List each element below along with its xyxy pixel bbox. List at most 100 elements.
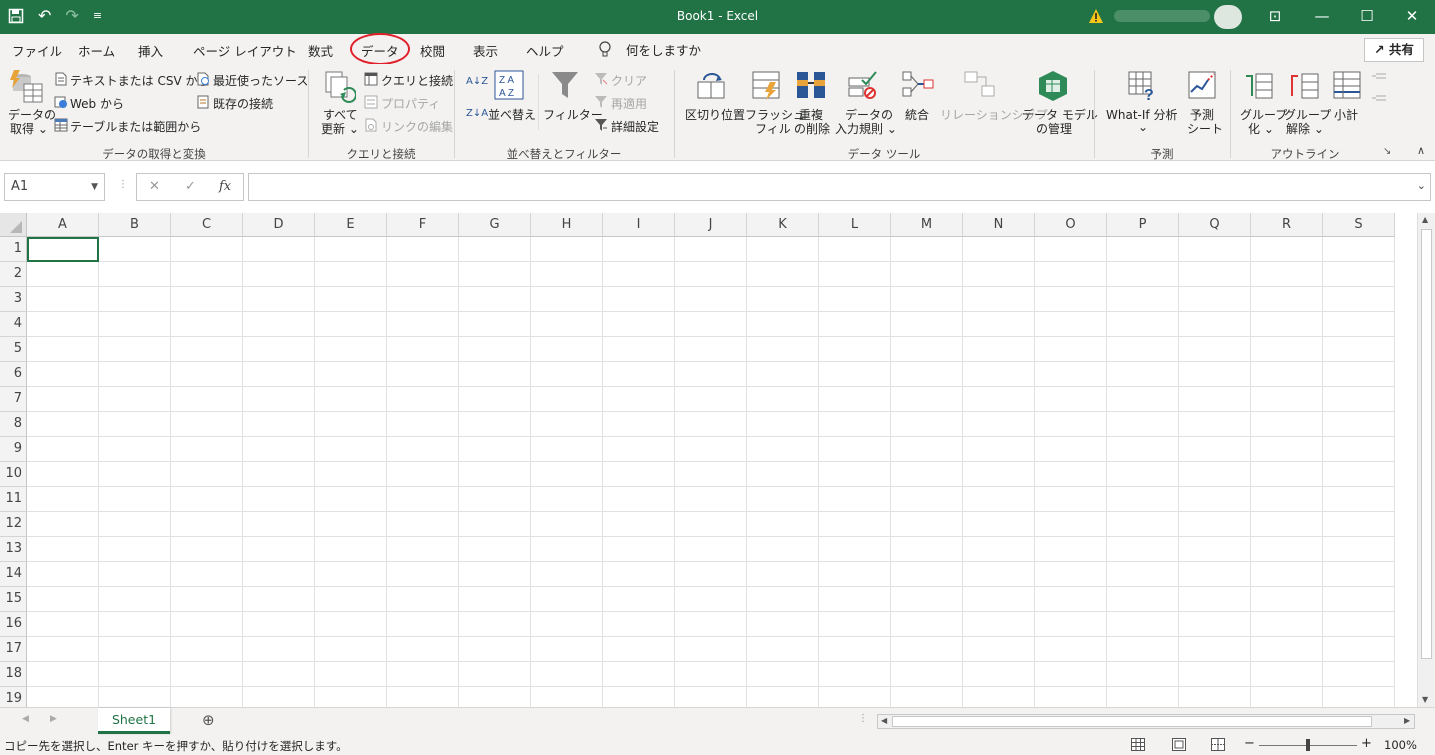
cell[interactable] <box>27 312 99 337</box>
row-header[interactable]: 6 <box>0 362 27 387</box>
column-header[interactable]: A <box>27 213 99 237</box>
cell[interactable] <box>819 537 891 562</box>
cell[interactable] <box>1179 487 1251 512</box>
cell[interactable] <box>459 287 531 312</box>
cell[interactable] <box>891 437 963 462</box>
from-table-range-button[interactable]: テーブルまたは範囲から <box>70 118 201 135</box>
cell[interactable] <box>99 612 171 637</box>
row-header[interactable]: 1 <box>0 237 27 262</box>
sheet-tab-sheet1[interactable]: Sheet1 <box>98 708 170 734</box>
cell[interactable] <box>1323 287 1395 312</box>
cell[interactable] <box>1035 587 1107 612</box>
cell[interactable] <box>27 587 99 612</box>
cell[interactable] <box>891 587 963 612</box>
cell[interactable] <box>819 587 891 612</box>
cell[interactable] <box>675 312 747 337</box>
cell[interactable] <box>747 587 819 612</box>
cell[interactable] <box>459 387 531 412</box>
zoom-in-button[interactable]: + <box>1361 736 1372 751</box>
ribbon-display-options-button[interactable]: ⊡ <box>1255 5 1295 29</box>
cell[interactable] <box>963 487 1035 512</box>
cell[interactable] <box>315 537 387 562</box>
prev-sheet-icon[interactable]: ◀ <box>22 714 29 724</box>
data-validation-dropdown[interactable]: 入力規則 ⌄ <box>835 120 897 137</box>
cell[interactable] <box>171 512 243 537</box>
cell[interactable] <box>603 587 675 612</box>
column-header[interactable]: I <box>603 213 675 237</box>
from-web-button[interactable]: Web から <box>70 95 124 112</box>
cell[interactable] <box>459 337 531 362</box>
cell[interactable] <box>531 262 603 287</box>
cell[interactable] <box>603 337 675 362</box>
cell[interactable] <box>747 262 819 287</box>
cell[interactable] <box>171 237 243 262</box>
cell[interactable] <box>27 462 99 487</box>
account-name[interactable] <box>1114 10 1210 22</box>
cell[interactable] <box>531 412 603 437</box>
column-header[interactable]: P <box>1107 213 1179 237</box>
cell[interactable] <box>819 612 891 637</box>
cell[interactable] <box>171 687 243 707</box>
cell[interactable] <box>99 562 171 587</box>
cell[interactable] <box>1107 637 1179 662</box>
column-header[interactable]: S <box>1323 213 1395 237</box>
refresh-all-dropdown[interactable]: 更新 ⌄ <box>321 120 359 137</box>
cell[interactable] <box>1251 612 1323 637</box>
column-header[interactable]: B <box>99 213 171 237</box>
cell[interactable] <box>243 637 315 662</box>
cell[interactable] <box>675 287 747 312</box>
cell[interactable] <box>387 562 459 587</box>
cell[interactable] <box>963 512 1035 537</box>
cell[interactable] <box>243 512 315 537</box>
cell[interactable] <box>891 462 963 487</box>
cell[interactable] <box>1035 312 1107 337</box>
cell[interactable] <box>819 562 891 587</box>
scroll-right-icon[interactable]: ▶ <box>1404 716 1410 725</box>
avatar[interactable] <box>1214 5 1242 29</box>
cell[interactable] <box>819 237 891 262</box>
cell[interactable] <box>243 262 315 287</box>
cell[interactable] <box>1323 337 1395 362</box>
name-box[interactable]: A1 ▼ <box>4 173 105 201</box>
scroll-up-icon[interactable]: ▲ <box>1422 215 1428 224</box>
cell[interactable] <box>1035 462 1107 487</box>
cell[interactable] <box>1251 387 1323 412</box>
cell[interactable] <box>747 612 819 637</box>
flash-fill-button-line2[interactable]: フィル <box>755 120 791 137</box>
cell[interactable] <box>1251 662 1323 687</box>
name-box-dropdown-icon[interactable]: ▼ <box>91 174 98 200</box>
cell[interactable] <box>315 487 387 512</box>
cell[interactable] <box>99 687 171 707</box>
cell[interactable] <box>27 362 99 387</box>
cell[interactable] <box>243 687 315 707</box>
row-header[interactable]: 14 <box>0 562 27 587</box>
cell[interactable] <box>891 387 963 412</box>
group-dropdown[interactable]: 化 ⌄ <box>1248 120 1274 137</box>
cell[interactable] <box>459 512 531 537</box>
cell[interactable] <box>27 637 99 662</box>
cell[interactable] <box>243 562 315 587</box>
restore-button[interactable]: ☐ <box>1347 5 1387 29</box>
cell[interactable] <box>315 462 387 487</box>
cell[interactable] <box>747 387 819 412</box>
cell[interactable] <box>459 312 531 337</box>
advanced-button[interactable]: 詳細設定 <box>611 118 659 135</box>
cell[interactable] <box>387 387 459 412</box>
page-break-view-icon[interactable] <box>1211 738 1225 751</box>
cell[interactable] <box>1179 387 1251 412</box>
cell[interactable] <box>1323 487 1395 512</box>
next-sheet-icon[interactable]: ▶ <box>50 714 57 724</box>
cell[interactable] <box>1179 587 1251 612</box>
cell[interactable] <box>1251 637 1323 662</box>
cell[interactable] <box>891 487 963 512</box>
cell[interactable] <box>603 562 675 587</box>
cell[interactable] <box>99 362 171 387</box>
column-header[interactable]: G <box>459 213 531 237</box>
tell-me-search[interactable]: 何をしますか <box>598 40 701 59</box>
cell[interactable] <box>1035 437 1107 462</box>
cell[interactable] <box>1323 512 1395 537</box>
cell[interactable] <box>1107 537 1179 562</box>
sort-a-z-button[interactable]: A↓Z <box>466 76 488 87</box>
cell[interactable] <box>747 662 819 687</box>
cell[interactable] <box>531 462 603 487</box>
